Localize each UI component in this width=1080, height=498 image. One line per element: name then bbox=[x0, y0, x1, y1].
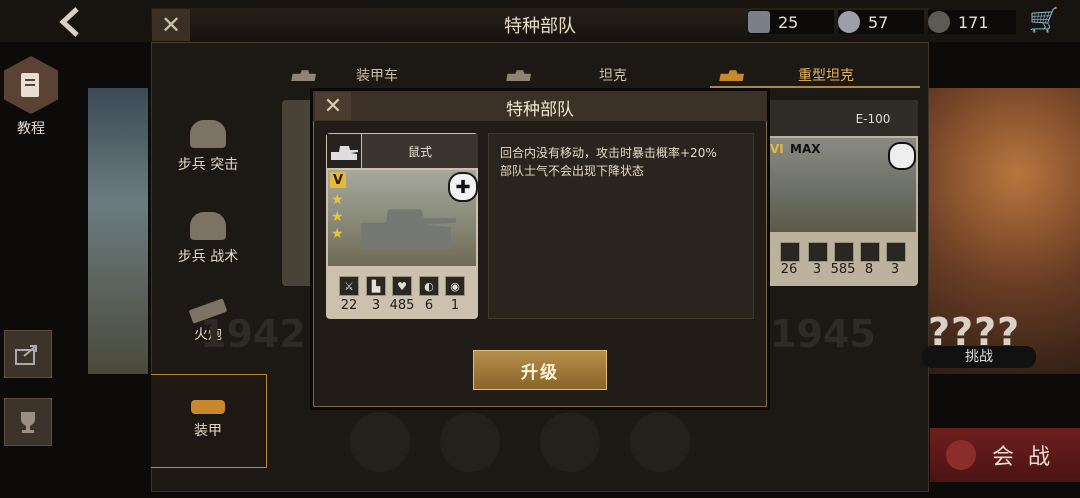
heavy-tank-icon bbox=[719, 70, 744, 81]
e100-stat-value: 3 bbox=[890, 262, 900, 277]
stat-vision: 1 bbox=[450, 298, 460, 313]
iron-cross-icon bbox=[888, 142, 916, 170]
panel-close-button[interactable]: ✕ bbox=[152, 9, 190, 41]
close-icon: ✕ bbox=[323, 93, 343, 119]
eye-icon: ◉ bbox=[445, 276, 465, 296]
challenge-button[interactable]: 挑战 bbox=[922, 346, 1036, 368]
helmet-icon bbox=[190, 120, 226, 148]
share-icon bbox=[15, 345, 37, 365]
stat-health: 485 bbox=[389, 298, 415, 313]
e100-max-badge: MAX bbox=[790, 142, 821, 156]
star-emblem-icon bbox=[945, 440, 976, 470]
resource-tank-chips: 25 bbox=[748, 10, 834, 34]
tank-icon bbox=[506, 70, 531, 81]
unit-name: 鼠式 bbox=[407, 145, 432, 159]
heavy-tank-icon bbox=[331, 146, 358, 160]
iron-cross-icon: ✚ bbox=[448, 172, 478, 202]
category-label: 步兵 战术 bbox=[177, 249, 239, 265]
heart-icon: ♥ bbox=[392, 276, 412, 296]
e100-stat-value: 585 bbox=[830, 262, 856, 277]
gear-icon[interactable] bbox=[540, 412, 600, 472]
background-year: 1945 bbox=[770, 312, 876, 356]
stat-movement: 3 bbox=[371, 298, 381, 313]
star-icon: ★ bbox=[331, 192, 344, 208]
boot-icon bbox=[808, 242, 828, 262]
medal-badge-icon[interactable] bbox=[630, 412, 690, 472]
cart-icon: 🛒 bbox=[1029, 6, 1059, 34]
resource-value: 171 bbox=[958, 12, 989, 32]
tab-heavy-tank[interactable]: 重型坦克 bbox=[718, 64, 854, 86]
shield-icon bbox=[860, 242, 880, 262]
laurel-icon bbox=[928, 11, 950, 33]
e100-stat-value: 26 bbox=[780, 262, 798, 277]
resource-value: 57 bbox=[868, 12, 889, 32]
chevron-left-icon bbox=[59, 7, 79, 37]
active-tab-indicator bbox=[710, 86, 920, 88]
unit-rank-badge: V bbox=[330, 172, 346, 188]
category-label: 装甲 bbox=[194, 423, 222, 439]
resource-laurels: 171 bbox=[928, 10, 1016, 34]
helmet-shield-icon bbox=[190, 212, 226, 240]
tutorial-button[interactable] bbox=[4, 56, 58, 114]
shield-icon: ◐ bbox=[419, 276, 439, 296]
resource-value: 25 bbox=[778, 12, 799, 32]
star-icon: ★ bbox=[331, 209, 344, 225]
share-button[interactable] bbox=[4, 330, 52, 378]
upgrade-button[interactable]: 升级 bbox=[473, 350, 607, 390]
battle-label: 会战 bbox=[991, 445, 1064, 470]
star-icon: ★ bbox=[331, 226, 344, 242]
stat-armor: 6 bbox=[424, 298, 434, 313]
e100-name: E-100 bbox=[855, 112, 891, 126]
category-label: 步兵 突击 bbox=[177, 157, 239, 173]
tab-tank[interactable]: 坦克 bbox=[505, 64, 627, 86]
attack-icon: ⚔ bbox=[339, 276, 359, 296]
ability-description-line: 回合内没有移动，攻击时暴击概率+20% bbox=[500, 146, 717, 160]
officer-cap-icon[interactable] bbox=[350, 412, 410, 472]
background-art-left bbox=[88, 88, 148, 374]
resource-medals: 57 bbox=[838, 10, 924, 34]
category-infantry-assault[interactable]: 步兵 突击 bbox=[152, 120, 264, 174]
category-armor[interactable]: 装甲 bbox=[152, 400, 264, 440]
tab-armored-car[interactable]: 装甲车 bbox=[290, 64, 398, 86]
tutorial-label: 教程 bbox=[17, 121, 45, 137]
shop-cart-button[interactable]: 🛒 bbox=[1024, 4, 1064, 36]
stat-attack: 22 bbox=[340, 298, 358, 313]
battle-button[interactable]: 会战 bbox=[930, 428, 1080, 482]
heart-icon bbox=[834, 242, 854, 262]
category-infantry-tactic[interactable]: 步兵 战术 bbox=[152, 212, 264, 266]
panel-title: 特种部队 bbox=[504, 16, 576, 37]
close-icon: ✕ bbox=[160, 11, 182, 39]
armored-car-icon bbox=[291, 70, 316, 81]
tab-label: 重型坦克 bbox=[798, 68, 854, 84]
background-year: 1942 bbox=[200, 312, 306, 356]
e100-stat-value: 8 bbox=[864, 262, 874, 277]
trophy-button[interactable] bbox=[4, 398, 52, 446]
tab-label: 坦克 bbox=[599, 68, 627, 84]
eagle-badge-icon[interactable] bbox=[440, 412, 500, 472]
tab-label: 装甲车 bbox=[356, 68, 398, 84]
e100-rank: VI bbox=[770, 142, 784, 156]
tank-chip-icon bbox=[748, 11, 770, 33]
ability-description-line: 部队士气不会出现下降状态 bbox=[500, 164, 645, 178]
boot-icon: ▙ bbox=[366, 276, 386, 296]
document-icon bbox=[21, 73, 39, 97]
medal-icon bbox=[838, 11, 860, 33]
unit-type-badge bbox=[327, 134, 361, 168]
attack-icon bbox=[780, 242, 800, 262]
e100-stat-value: 3 bbox=[812, 262, 822, 277]
back-button[interactable] bbox=[50, 4, 90, 40]
modal-title: 特种部队 bbox=[506, 100, 574, 120]
eye-icon bbox=[886, 242, 906, 262]
modal-close-button[interactable]: ✕ bbox=[315, 92, 351, 120]
trophy-icon bbox=[21, 412, 35, 433]
tank-icon bbox=[191, 400, 225, 414]
